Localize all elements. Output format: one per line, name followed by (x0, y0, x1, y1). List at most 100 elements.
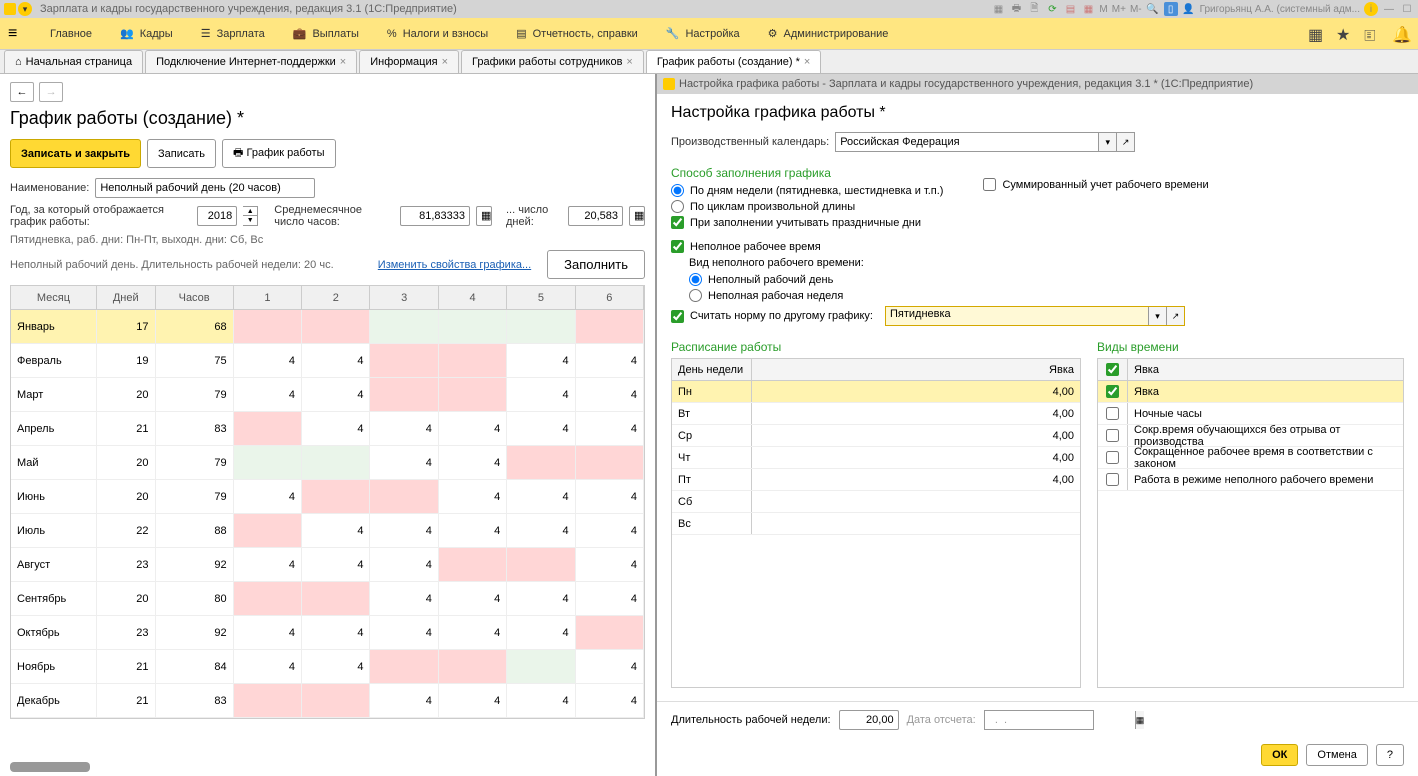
col-hours[interactable]: Часов (156, 286, 234, 309)
date-from-input[interactable]: ▦ (984, 710, 1094, 730)
table-row[interactable]: Январь1768 (11, 310, 644, 344)
name-input[interactable] (95, 178, 315, 198)
print-icon[interactable]: 🖶 (1009, 2, 1023, 16)
calendar-icon[interactable]: ▦ (1135, 711, 1145, 729)
table-row[interactable]: Вт4,00 (672, 403, 1080, 425)
col-3[interactable]: 3 (370, 286, 438, 309)
refresh-icon[interactable]: ⟳ (1045, 2, 1059, 16)
col-days[interactable]: Дней (97, 286, 156, 309)
nav-main[interactable]: Главное (36, 18, 106, 49)
other-schedule-combo[interactable]: ▾ ↗ (885, 306, 1185, 326)
nav-admin[interactable]: ⚙Администрирование (754, 18, 903, 49)
back-button[interactable]: ← (10, 82, 34, 102)
week-len-input[interactable] (839, 710, 899, 730)
col-4[interactable]: 4 (439, 286, 507, 309)
tab-home[interactable]: ⌂Начальная страница (4, 50, 143, 73)
days-input[interactable] (568, 206, 623, 226)
year-spinner[interactable]: ▲▼ (243, 206, 258, 226)
tab-schedule-create[interactable]: График работы (создание) *× (646, 50, 821, 73)
dropdown-icon[interactable]: ▾ (1098, 133, 1116, 151)
table-row[interactable]: Пн4,00 (672, 381, 1080, 403)
help-button[interactable]: ? (1376, 744, 1404, 766)
close-icon[interactable]: × (804, 56, 810, 68)
col-5[interactable]: 5 (507, 286, 575, 309)
col-month[interactable]: Месяц (11, 286, 97, 309)
save-button[interactable]: Записать (147, 139, 216, 168)
calendar-input[interactable] (836, 133, 1098, 151)
star-icon[interactable]: ★ (1336, 25, 1354, 43)
calc-icon[interactable]: ▤ (1063, 2, 1077, 16)
cancel-button[interactable]: Отмена (1306, 744, 1367, 766)
chk-other-schedule[interactable]: Считать норму по другому графику: ▾ ↗ (671, 306, 1404, 326)
dropdown-icon[interactable]: ▾ (1148, 307, 1166, 325)
save-close-button[interactable]: Записать и закрыть (10, 139, 141, 168)
table-row[interactable]: Июнь20794444 (11, 480, 644, 514)
zoom-icon[interactable]: 🔍 (1146, 2, 1160, 16)
chk-parttime[interactable]: Неполное рабочее время (671, 240, 1404, 253)
tab-internet[interactable]: Подключение Интернет-поддержки× (145, 50, 357, 73)
table-row[interactable]: Июль228844444 (11, 514, 644, 548)
year-input[interactable] (197, 206, 237, 226)
doc-icon[interactable]: 🗎 (1027, 2, 1041, 16)
nav-salary[interactable]: ☰Зарплата (187, 18, 279, 49)
chk-sum-time[interactable]: Суммированный учет рабочего времени (983, 178, 1208, 191)
table-row[interactable]: Явка (1098, 381, 1403, 403)
date-input[interactable] (985, 711, 1135, 729)
col-weekday[interactable]: День недели (672, 359, 752, 380)
m-plus-label[interactable]: M+ (1112, 4, 1126, 15)
table-row[interactable]: Сентябрь20804444 (11, 582, 644, 616)
print-button[interactable]: 🖶 График работы (222, 139, 335, 168)
table-row[interactable]: Декабрь21834444 (11, 684, 644, 718)
nav-taxes[interactable]: %Налоги и взносы (373, 18, 502, 49)
table-row[interactable]: Май207944 (11, 446, 644, 480)
horizontal-scrollbar[interactable] (10, 762, 90, 772)
dropdown-icon[interactable]: ▾ (18, 2, 32, 16)
calc-icon[interactable]: ▦ (629, 206, 645, 226)
m-minus-label[interactable]: M- (1130, 4, 1142, 15)
table-row[interactable]: Чт4,00 (672, 447, 1080, 469)
table-row[interactable]: Сокр.время обучающихся без отрыва от про… (1098, 425, 1403, 447)
open-icon[interactable]: ↗ (1116, 133, 1134, 151)
table-row[interactable]: Август23924444 (11, 548, 644, 582)
icon-1[interactable]: ▦ (991, 2, 1005, 16)
change-props-link[interactable]: Изменить свойства графика... (378, 259, 531, 271)
col-6[interactable]: 6 (576, 286, 644, 309)
info-icon[interactable]: i (1364, 2, 1378, 16)
nav-hr[interactable]: 👥Кадры (106, 18, 187, 49)
minimize-icon[interactable]: — (1382, 2, 1396, 16)
calendar-combo[interactable]: ▾ ↗ (835, 132, 1135, 152)
table-row[interactable]: Октябрь239244444 (11, 616, 644, 650)
col-1[interactable]: 1 (234, 286, 302, 309)
table-row[interactable]: Ср4,00 (672, 425, 1080, 447)
close-icon[interactable]: × (442, 56, 448, 68)
table-row[interactable]: Работа в режиме неполного рабочего време… (1098, 469, 1403, 491)
tab-schedules[interactable]: Графики работы сотрудников× (461, 50, 644, 73)
table-row[interactable]: Март20794444 (11, 378, 644, 412)
col-attendance[interactable]: Явка (752, 359, 1080, 380)
radio-weekdays[interactable]: По дням недели (пятидневка, шестидневка … (671, 184, 943, 197)
m-label[interactable]: M (1099, 4, 1107, 15)
calendar-icon[interactable]: ▦ (1081, 2, 1095, 16)
table-row[interactable]: Ночные часы (1098, 403, 1403, 425)
window-icon[interactable]: ▯ (1164, 2, 1178, 16)
table-row[interactable]: Сб (672, 491, 1080, 513)
table-row[interactable]: Ноябрь2184444 (11, 650, 644, 684)
col-check[interactable] (1098, 359, 1128, 380)
col-2[interactable]: 2 (302, 286, 370, 309)
table-row[interactable]: Апрель218344444 (11, 412, 644, 446)
avg-hours-input[interactable] (400, 206, 470, 226)
nav-payments[interactable]: 💼Выплаты (279, 18, 373, 49)
forward-button[interactable]: → (39, 82, 63, 102)
menu-icon[interactable]: ≡ (8, 25, 26, 43)
table-row[interactable]: Сокращенное рабочее время в соответствии… (1098, 447, 1403, 469)
table-row[interactable]: Пт4,00 (672, 469, 1080, 491)
grid-icon[interactable]: ▦ (1308, 25, 1326, 43)
radio-cycles[interactable]: По циклам произвольной длины (671, 200, 943, 213)
table-row[interactable]: Вс (672, 513, 1080, 535)
fill-button[interactable]: Заполнить (547, 250, 645, 279)
radio-partday[interactable]: Неполный рабочий день (689, 273, 1404, 286)
maximize-icon[interactable]: ☐ (1400, 2, 1414, 16)
nav-reports[interactable]: ▤Отчетность, справки (502, 18, 652, 49)
radio-partweek[interactable]: Неполная рабочая неделя (689, 289, 1404, 302)
nav-settings[interactable]: 🔧Настройка (652, 18, 754, 49)
